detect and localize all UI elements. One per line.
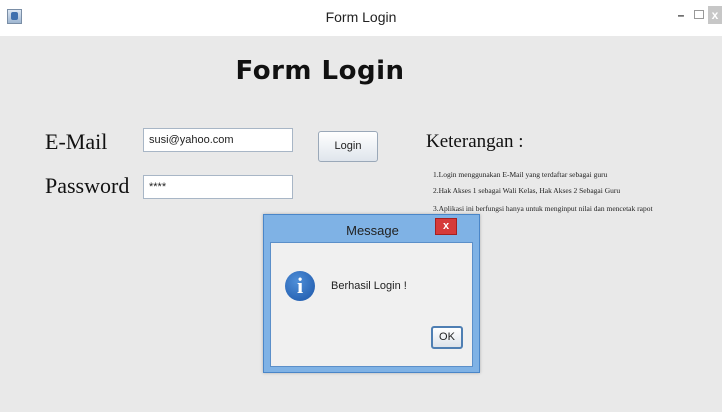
password-field[interactable]: ****	[143, 175, 293, 199]
email-label: E-Mail	[45, 129, 108, 154]
keterangan-item: 1.Login menggunakan E-Mail yang terdafta…	[433, 170, 608, 179]
email-field[interactable]: susi@yahoo.com	[143, 128, 293, 152]
maximize-button[interactable]	[692, 6, 706, 24]
window-title: Form Login	[325, 9, 397, 25]
ok-button[interactable]: OK	[431, 326, 463, 349]
info-icon: i	[285, 271, 315, 301]
keterangan-item: 3.Aplikasi ini berfungsi hanya untuk men…	[433, 204, 653, 213]
dialog-message: Berhasil Login !	[331, 280, 407, 292]
keterangan-title: Keterangan :	[426, 131, 524, 152]
minimize-button[interactable]: –	[672, 6, 690, 24]
dialog-body: i Berhasil Login ! OK	[270, 242, 473, 367]
keterangan-item: 2.Hak Akses 1 sebagai Wali Kelas, Hak Ak…	[433, 186, 621, 195]
close-button[interactable]: x	[708, 6, 722, 24]
maximize-icon	[694, 10, 704, 19]
password-label: Password	[45, 173, 130, 198]
dialog-close-button[interactable]: x	[435, 218, 457, 235]
login-button[interactable]: Login	[318, 131, 378, 162]
message-dialog: Message x i Berhasil Login ! OK	[263, 214, 480, 373]
form-title: Form Login	[235, 56, 405, 86]
window-titlebar: Form Login – x	[0, 0, 722, 36]
